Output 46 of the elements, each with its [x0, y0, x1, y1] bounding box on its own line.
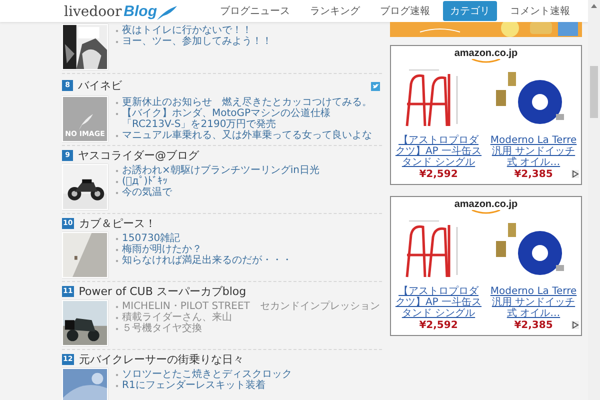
nav-tab[interactable]: カテゴリ: [443, 1, 497, 21]
product-link[interactable]: 【アストロプロダクツ】AP 一斗缶スタンド シングル: [394, 286, 483, 319]
post-link[interactable]: 【バイク】ホンダ、MotoGPマシンの公道仕様「RC213V-S」を2190万円で発売: [122, 108, 382, 130]
blog-title[interactable]: 元バイクレーサーの街乗りな日々: [78, 352, 382, 367]
amazon-logo: amazon.co.jp: [454, 48, 518, 63]
smile-icon: [470, 210, 501, 214]
post-link[interactable]: (ﾟдﾟ)ﾄﾞｷｯ: [122, 176, 168, 187]
post-link[interactable]: 梅雨が明けたか？: [122, 244, 202, 255]
product-price: ¥2,385: [514, 169, 553, 180]
nav-tab[interactable]: ブログ速報: [373, 1, 437, 21]
post-link[interactable]: お誘われ×朝駆けブランチツーリングin日光: [122, 165, 320, 176]
amazon-logo: amazon.co.jp: [454, 199, 518, 214]
post-link[interactable]: ソロツーとたこ焼きとディスクロック: [122, 369, 292, 380]
product-price: ¥2,385: [514, 320, 553, 331]
product-link[interactable]: 【アストロプロダクツ】AP 一斗缶スタンド シングル: [394, 135, 483, 168]
nav-tab[interactable]: ブログニュース: [213, 1, 297, 21]
nav-tab[interactable]: コメント速報: [503, 1, 577, 21]
product-price: ¥2,592: [419, 169, 458, 180]
post-link[interactable]: 今の気温で: [122, 187, 172, 198]
product-link[interactable]: Moderno La Terre 汎用 サンドイッチ式 オイル…: [489, 135, 578, 168]
post-link[interactable]: ヨー、ツー、参加してみよう！！: [122, 36, 272, 47]
feather-icon: [77, 114, 93, 130]
bird-icon[interactable]: [371, 82, 380, 91]
post-link[interactable]: 更新休止のお知らせ 燃え尽きたとカッコつけてみる。: [122, 97, 372, 108]
blog-title[interactable]: ヤスコライダー@ブログ: [78, 148, 382, 163]
blog-title[interactable]: カブ＆ピース！: [78, 216, 382, 231]
post-link[interactable]: 積載ライダーさん、来山: [122, 312, 232, 323]
post-link[interactable]: マニュアル車乗れる、又は外車乗ってる女って良いよな: [122, 130, 372, 141]
post-link[interactable]: MICHELIN・PILOT STREET セカンドインプレッション: [122, 301, 380, 312]
product-price: ¥2,592: [419, 320, 458, 331]
feather-icon: [157, 6, 177, 20]
site-logo[interactable]: livedoorBlog: [64, 2, 177, 20]
post-link[interactable]: 夜はトイレに行かないで！！: [122, 25, 252, 36]
adchoices-icon[interactable]: [571, 321, 579, 329]
scrollbar-thumb[interactable]: [590, 66, 598, 118]
product-link[interactable]: Moderno La Terre 汎用 サンドイッチ式 オイル…: [489, 286, 578, 319]
nav-tab[interactable]: ランキング: [303, 1, 367, 21]
blog-title[interactable]: Power of CUB スーパーカブblog: [78, 284, 382, 299]
adchoices-icon[interactable]: [571, 170, 579, 178]
post-link[interactable]: 知らなければ満足出来るのだが・・・: [122, 255, 292, 266]
blog-title[interactable]: バイネビ: [78, 78, 366, 93]
post-link[interactable]: R1にフェンダーレスキット装着: [122, 380, 266, 391]
post-link[interactable]: ５号機タイヤ交換: [122, 323, 202, 334]
post-link[interactable]: 150730雑記: [122, 233, 180, 244]
smile-icon: [470, 59, 501, 63]
scroll-up-icon[interactable]: [591, 4, 597, 8]
